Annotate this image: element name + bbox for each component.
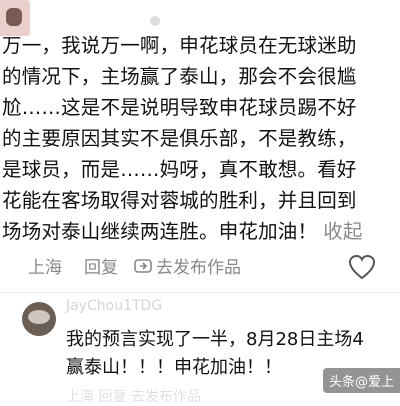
reply-avatar[interactable] (22, 302, 56, 336)
toutiao-watermark: 头条@爱上 (322, 368, 400, 393)
comment-meta: 上海 回复 去发布作品 (28, 253, 241, 278)
comment-line: 的情况下，主场赢了泰山，那会不会很尴 (2, 65, 357, 88)
reply-line: 我的预言实现了一半，8月28日主场4 (66, 329, 364, 350)
comment-line: 场场对泰山继续两连胜。申花加油！ (2, 220, 318, 243)
reply-button[interactable]: 回复 (84, 253, 118, 278)
reply-line: 赢泰山！！！申花加油！！ (66, 357, 282, 378)
comment-line: 花能在客场取得对蓉城的胜利，并且回到 (2, 189, 357, 212)
comment-line: 万一，我说万一啊，申花球员在无球迷助 (2, 34, 357, 57)
location-label: 上海 (28, 258, 62, 278)
like-heart-icon[interactable] (348, 254, 376, 280)
comment-line: 的主要原因其实不是俱乐部，不是教练， (2, 127, 357, 150)
comment-line-last: 场场对泰山继续两连胜。申花加油！ 收起 (2, 216, 400, 247)
reply-body: 我的预言实现了一半，8月28日主场4 赢泰山！！！申花加油！！ (66, 326, 364, 382)
divider (0, 292, 400, 293)
reply-meta: 上海 回复 去发布作品 (66, 389, 201, 405)
comment-body: 万一，我说万一啊，申花球员在无球迷助 的情况下，主场赢了泰山，那会不会很尴 尬…… (2, 30, 400, 247)
comment-line: 尬……这是不是说明导致申花球员踢不好 (2, 96, 357, 119)
reply-username[interactable]: JayChou1TDG (66, 298, 162, 314)
collapse-button[interactable]: 收起 (323, 220, 362, 243)
share-icon (134, 258, 152, 273)
publish-work-label: 去发布作品 (156, 258, 241, 278)
more-options-icon[interactable] (150, 16, 160, 26)
comment-line: 是球员，而是……妈呀，真不敢想。看好 (2, 158, 357, 181)
publish-work-button[interactable]: 去发布作品 (134, 253, 241, 278)
